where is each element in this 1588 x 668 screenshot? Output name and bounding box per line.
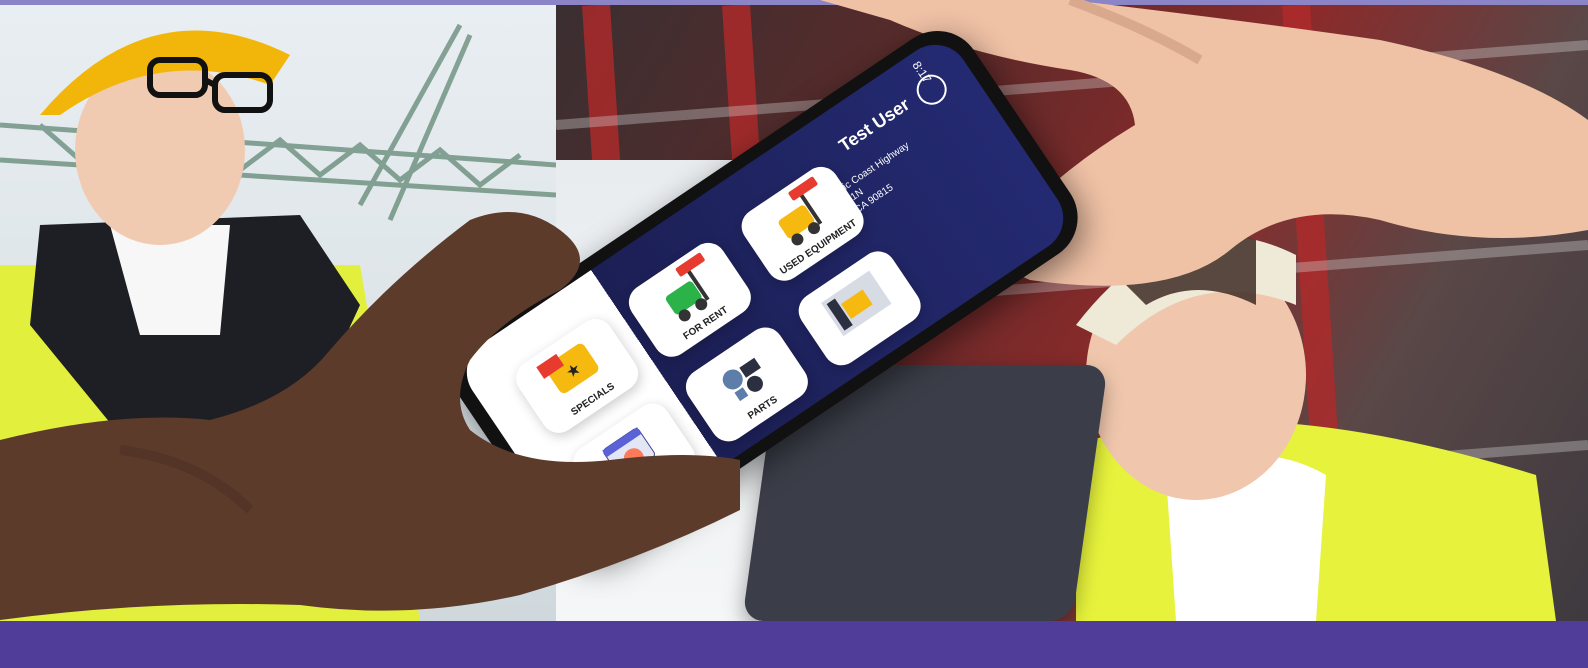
- hand-left: [0, 212, 740, 620]
- bottom-accent-bar: [0, 621, 1588, 668]
